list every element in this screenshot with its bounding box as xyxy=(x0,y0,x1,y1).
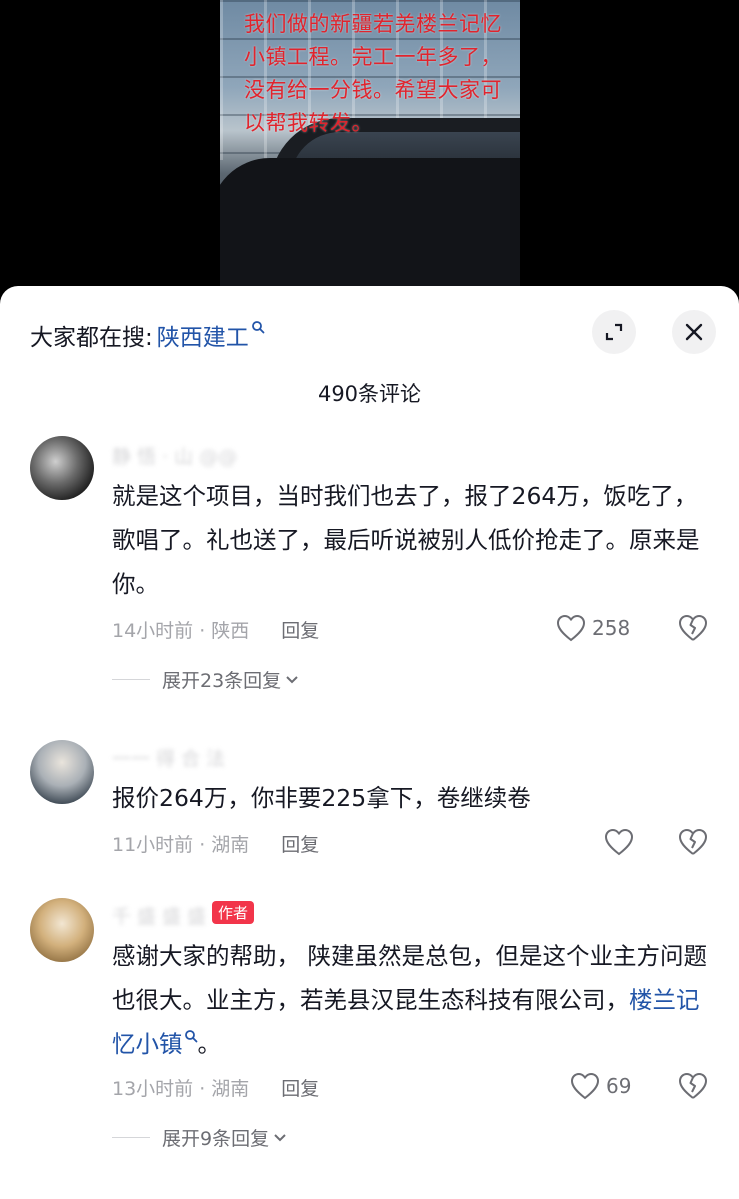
heart-icon xyxy=(604,828,634,856)
chevron-down-icon xyxy=(274,1133,286,1141)
broken-heart-icon xyxy=(679,1073,707,1099)
comment-text: 就是这个项目，当时我们也去了，报了264万，饭吃了，歌唱了。礼也送了，最后听说被… xyxy=(112,482,700,598)
avatar[interactable] xyxy=(30,898,94,962)
comment-nickname[interactable]: 一一 得 合 法 xyxy=(112,744,225,771)
chevron-down-icon xyxy=(286,675,298,683)
like-button[interactable]: 258 xyxy=(556,614,630,642)
avatar[interactable] xyxy=(30,740,94,804)
comment-text: 感谢大家的帮助， 陕建虽然是总包，但是这个业主方问题也很大。业主方，若羌县汉昆生… xyxy=(112,934,712,1070)
close-icon xyxy=(685,323,703,341)
search-keyword[interactable]: 陕西建工 xyxy=(157,318,249,352)
comment-sheet: 大家都在搜: 陕西建工 490条评论 静 悟 · 山 @@ 就是这个项目，当时我… xyxy=(0,286,739,1199)
car-image xyxy=(220,118,520,290)
like-count: 69 xyxy=(606,1074,632,1098)
broken-heart-icon xyxy=(679,615,707,641)
video-caption: 我们做的新疆若羌楼兰记忆小镇工程。完工一年多了，没有给一分钱。希望大家可以帮我转… xyxy=(244,12,502,135)
search-prefix: 大家都在搜: xyxy=(30,325,153,351)
comment-count: 490条评论 xyxy=(317,382,422,406)
heart-icon xyxy=(556,614,586,642)
comment-meta: 13小时前 · 湖南 回复 xyxy=(112,1074,319,1101)
divider-line xyxy=(112,679,150,680)
expand-replies-button[interactable]: 展开9条回复 xyxy=(112,1124,287,1151)
expand-replies-label: 展开23条回复 xyxy=(162,670,282,692)
video-frame[interactable]: 我们做的新疆若羌楼兰记忆小镇工程。完工一年多了，没有给一分钱。希望大家可以帮我转… xyxy=(220,0,520,290)
comment-text-end: 。 xyxy=(197,1030,222,1058)
like-button[interactable] xyxy=(604,828,634,856)
comment-meta: 14小时前 · 陕西 回复 xyxy=(112,616,319,643)
author-badge: 作者 xyxy=(212,901,255,924)
reply-button[interactable]: 回复 xyxy=(281,1074,319,1101)
comment-time-location: 11小时前 · 湖南 xyxy=(112,834,250,856)
divider-line xyxy=(112,1137,150,1138)
dislike-button[interactable] xyxy=(678,1072,708,1104)
comment-text: 报价264万，你非要225拿下，卷继续卷 xyxy=(112,784,531,812)
expand-icon xyxy=(605,323,623,341)
dislike-button[interactable] xyxy=(678,828,708,860)
comment-nickname[interactable]: 千 盛 盛 盛 xyxy=(112,902,206,929)
expand-replies-button[interactable]: 展开23条回复 xyxy=(112,666,299,693)
comment-time-location: 14小时前 · 陕西 xyxy=(112,620,250,642)
search-suggestion[interactable]: 大家都在搜: 陕西建工 xyxy=(30,318,265,352)
like-count: 258 xyxy=(592,616,631,640)
avatar[interactable] xyxy=(30,436,94,500)
dislike-button[interactable] xyxy=(678,614,708,646)
search-icon xyxy=(251,320,265,338)
reply-button[interactable]: 回复 xyxy=(281,616,319,643)
reply-button[interactable]: 回复 xyxy=(281,830,319,857)
close-button[interactable] xyxy=(672,310,716,354)
comment-text-main: 感谢大家的帮助， 陕建虽然是总包，但是这个业主方问题也很大。业主方，若羌县汉昆生… xyxy=(112,942,707,1014)
heart-icon xyxy=(570,1072,600,1100)
search-icon xyxy=(184,1030,198,1047)
expand-fullscreen-button[interactable] xyxy=(592,310,636,354)
comment-time-location: 13小时前 · 湖南 xyxy=(112,1078,250,1100)
video-player[interactable]: 我们做的新疆若羌楼兰记忆小镇工程。完工一年多了，没有给一分钱。希望大家可以帮我转… xyxy=(0,0,739,300)
broken-heart-icon xyxy=(679,829,707,855)
like-button[interactable]: 69 xyxy=(570,1072,631,1100)
expand-replies-label: 展开9条回复 xyxy=(162,1128,270,1150)
comment-nickname[interactable]: 静 悟 · 山 @@ xyxy=(112,442,237,469)
comment-meta: 11小时前 · 湖南 回复 xyxy=(112,830,319,857)
